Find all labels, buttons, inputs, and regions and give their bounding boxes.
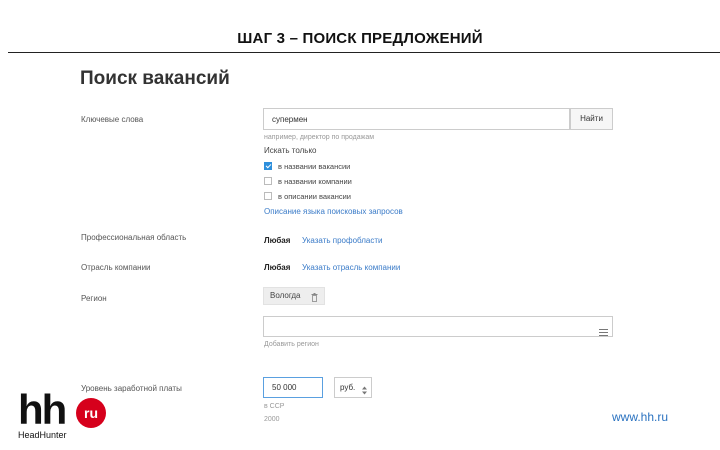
query-syntax-link[interactable]: Описание языка поисковых запросов bbox=[264, 207, 403, 216]
currency-select[interactable]: руб. bbox=[334, 377, 372, 398]
keywords-hint: например, директор по продажам bbox=[264, 134, 375, 141]
title-divider bbox=[8, 52, 720, 53]
industry-label: Отрасль компании bbox=[81, 263, 151, 272]
updown-icon bbox=[362, 383, 367, 402]
site-url: www.hh.ru bbox=[612, 410, 669, 424]
find-button[interactable]: Найти bbox=[570, 108, 613, 130]
region-label: Регион bbox=[81, 294, 107, 303]
region-input[interactable] bbox=[263, 316, 613, 337]
keywords-input[interactable] bbox=[263, 108, 570, 130]
currency-label: руб. bbox=[340, 383, 356, 392]
salary-label: Уровень заработной платы bbox=[81, 384, 182, 393]
profarea-label: Профессиональная область bbox=[81, 233, 187, 242]
checkbox-company-name[interactable] bbox=[264, 177, 272, 185]
profarea-link[interactable]: Указать профобласти bbox=[302, 236, 383, 245]
checkbox-vacancy-title[interactable] bbox=[264, 162, 272, 170]
checkbox-vacancy-description-label: в описании вакансии bbox=[278, 192, 351, 201]
region-tag-label: Вологда bbox=[270, 291, 301, 300]
logo-hh: hh bbox=[18, 386, 67, 433]
add-region-hint[interactable]: Добавить регион bbox=[264, 341, 319, 348]
keywords-label: Ключевые слова bbox=[81, 115, 144, 124]
salary-hint-2: 2000 bbox=[264, 416, 280, 423]
list-icon[interactable] bbox=[599, 323, 608, 341]
logo-subtitle: HeadHunter bbox=[18, 430, 67, 440]
search-only-label: Искать только bbox=[264, 146, 317, 155]
industry-link[interactable]: Указать отрасль компании bbox=[302, 263, 400, 272]
salary-hint-1: в ССР bbox=[264, 403, 285, 410]
checkbox-company-name-label: в названии компании bbox=[278, 177, 352, 186]
salary-input[interactable] bbox=[263, 377, 323, 398]
page-title: Поиск вакансий bbox=[80, 68, 230, 89]
trash-icon[interactable] bbox=[311, 292, 318, 308]
checkbox-vacancy-description[interactable] bbox=[264, 192, 272, 200]
slide-title: ШАГ 3 – ПОИСК ПРЕДЛОЖЕНИЙ bbox=[237, 30, 483, 47]
industry-value: Любая bbox=[264, 263, 291, 272]
logo-ru-badge: ru bbox=[76, 398, 106, 428]
region-tag[interactable]: Вологда bbox=[263, 287, 325, 305]
profarea-value: Любая bbox=[264, 236, 291, 245]
checkbox-vacancy-title-label: в названии вакансии bbox=[278, 162, 351, 171]
